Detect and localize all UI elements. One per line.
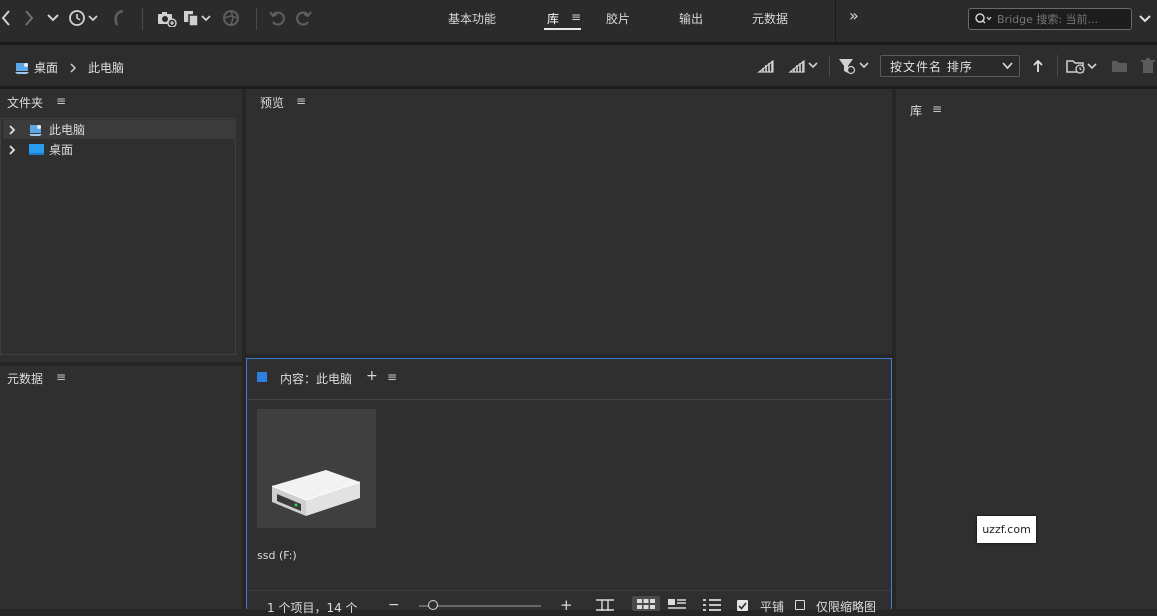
sort-dropdown[interactable]: 按文件名 排序 <box>880 55 1020 77</box>
rating-filter-icon[interactable] <box>788 58 820 74</box>
desktop-icon <box>14 61 32 75</box>
more-workspaces-button[interactable]: » <box>849 6 859 25</box>
folders-panel-title: 文件夹 <box>7 96 44 110</box>
refine-icon[interactable] <box>221 8 241 28</box>
folders-tree: 此电脑 桌面 <box>0 118 236 355</box>
back-icon[interactable] <box>0 8 12 28</box>
active-tab-underline <box>544 28 581 30</box>
metadata-panel-title: 元数据 <box>7 372 44 386</box>
camera-import-icon[interactable] <box>156 8 178 28</box>
chevron-down-icon <box>1002 62 1013 70</box>
view-list-icon[interactable] <box>703 599 721 611</box>
quality-options-icon[interactable] <box>756 58 776 74</box>
tab-filmstrip[interactable]: 胶片 <box>606 10 630 27</box>
preview-panel: 预览 ≡ <box>246 89 892 354</box>
copy-icon[interactable] <box>183 8 215 28</box>
grid-lock-icon[interactable] <box>595 599 615 611</box>
computer-icon <box>27 123 45 137</box>
breadcrumb-separator-icon <box>70 62 77 73</box>
search-options-chevron-icon[interactable] <box>1138 14 1152 24</box>
return-icon[interactable] <box>110 8 128 28</box>
preview-panel-title: 预览 <box>260 96 285 110</box>
breadcrumb-item-computer[interactable]: 此电脑 <box>88 59 124 76</box>
zoom-in-button[interactable]: + <box>560 596 573 614</box>
library-panel-title: 库 <box>910 104 923 118</box>
zoom-out-button[interactable]: − <box>388 597 400 613</box>
folder-icon <box>27 143 45 156</box>
path-bar: 桌面 此电脑 按文件名 排序 <box>0 45 1157 86</box>
tab-output[interactable]: 输出 <box>679 10 703 27</box>
top-toolbar: 基本功能 库 ≡ 胶片 输出 元数据 » <box>0 0 1157 42</box>
hard-drive-icon <box>268 464 364 520</box>
chevron-down-icon[interactable] <box>46 12 60 24</box>
rotate-right-icon[interactable] <box>293 8 313 28</box>
tab-library[interactable]: 库 <box>547 10 559 27</box>
recent-folders-icon[interactable] <box>1066 57 1098 75</box>
trash-icon[interactable] <box>1140 57 1156 75</box>
content-status-bar: 1 个项目，14 个 − + 平铺 仅限缩略图 <box>247 590 891 615</box>
breadcrumb: 桌面 此电脑 <box>14 59 124 76</box>
tree-item-computer[interactable]: 此电脑 <box>3 120 236 139</box>
search-box[interactable] <box>968 8 1132 30</box>
tree-item-desktop[interactable]: 桌面 <box>3 140 236 159</box>
tab-library-menu-icon[interactable]: ≡ <box>571 10 581 24</box>
new-folder-icon[interactable] <box>1110 57 1128 75</box>
item-count-text: 1 个项目，14 个 <box>267 601 358 615</box>
expand-chevron-icon[interactable] <box>5 124 19 135</box>
tree-item-label: 桌面 <box>49 143 74 157</box>
sort-ascending-icon[interactable] <box>1032 58 1044 74</box>
tree-item-label: 此电脑 <box>49 123 86 137</box>
recent-history-icon[interactable] <box>68 8 100 28</box>
view-details-icon[interactable] <box>668 599 686 611</box>
search-input[interactable] <box>997 12 1127 26</box>
folders-panel: 文件夹 ≡ 此电脑 桌面 <box>0 89 242 362</box>
tile-checkbox[interactable] <box>737 600 748 611</box>
thumbnails-only-label: 仅限缩略图 <box>816 600 877 614</box>
folders-panel-menu-icon[interactable]: ≡ <box>56 94 66 108</box>
search-icon <box>975 12 993 26</box>
metadata-panel-menu-icon[interactable]: ≡ <box>56 370 66 384</box>
filter-icon[interactable] <box>838 57 872 75</box>
metadata-panel: 元数据 ≡ <box>0 366 242 609</box>
sort-label: 按文件名 排序 <box>890 59 973 74</box>
content-header-divider <box>247 399 891 400</box>
add-content-tab-button[interactable]: + <box>366 368 378 384</box>
forward-icon[interactable] <box>23 8 35 28</box>
content-item-thumbnail[interactable] <box>257 409 376 528</box>
tab-essentials[interactable]: 基本功能 <box>448 10 496 27</box>
expand-chevron-icon[interactable] <box>5 144 19 155</box>
tab-metadata[interactable]: 元数据 <box>752 10 788 27</box>
library-panel-menu-icon[interactable]: ≡ <box>932 102 942 116</box>
rotate-left-icon[interactable] <box>268 8 288 28</box>
breadcrumb-item-desktop[interactable]: 桌面 <box>34 59 58 76</box>
content-panel-title: 内容：此电脑 <box>280 372 353 386</box>
content-item-label[interactable]: ssd (F:) <box>257 549 297 562</box>
watermark: uzzf.com <box>977 516 1036 543</box>
content-panel-menu-icon[interactable]: ≡ <box>387 370 397 384</box>
tile-label: 平铺 <box>760 600 785 614</box>
preview-panel-menu-icon[interactable]: ≡ <box>296 94 306 108</box>
content-panel-active-indicator <box>257 372 267 382</box>
